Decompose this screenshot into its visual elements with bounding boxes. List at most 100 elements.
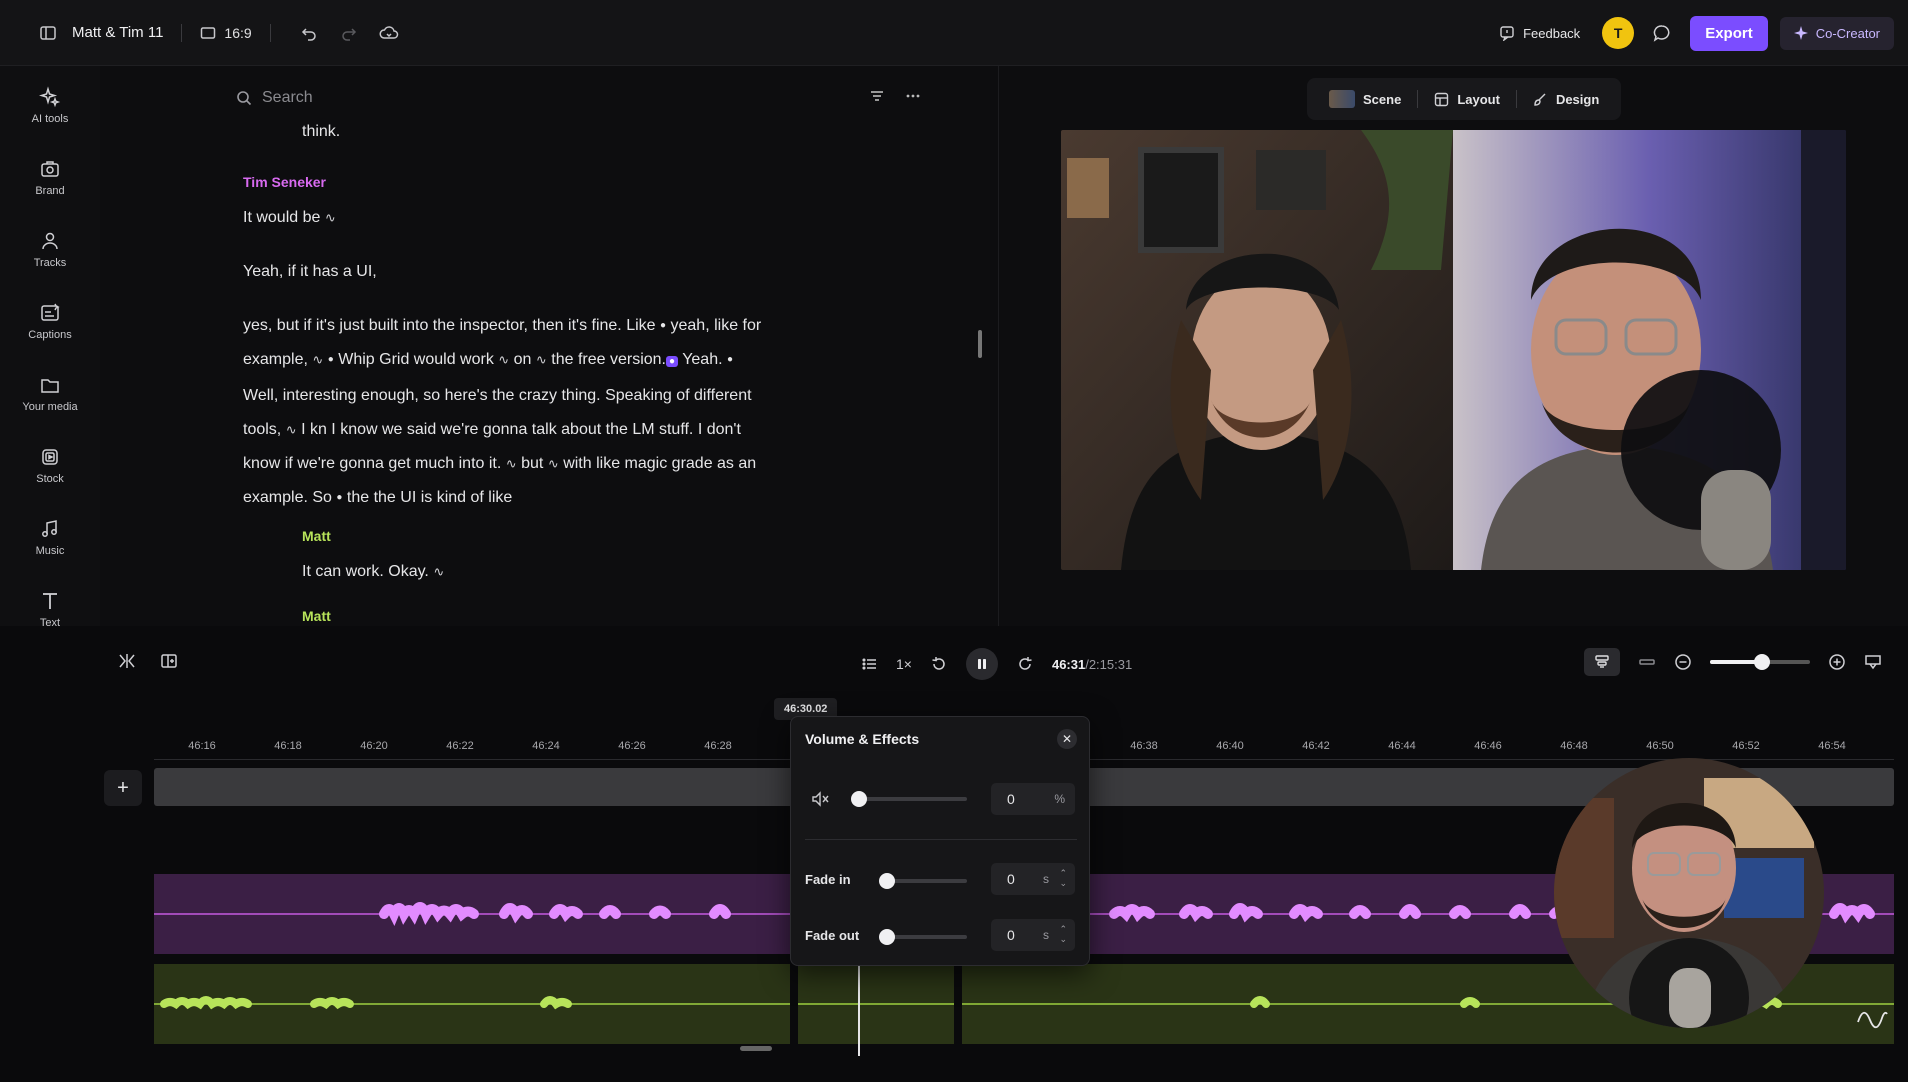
tab-scene[interactable]: Scene — [1317, 84, 1413, 114]
co-creator-label: Co-Creator — [1815, 25, 1880, 41]
tab-design[interactable]: Design — [1521, 84, 1611, 114]
feedback-button[interactable]: Feedback — [1489, 25, 1590, 41]
cloud-sync-icon[interactable] — [379, 23, 399, 43]
aspect-ratio-icon — [201, 26, 216, 39]
export-button[interactable]: Export — [1690, 15, 1768, 51]
filter-icon[interactable] — [869, 88, 885, 104]
pause-wave-icon: ∿ — [535, 352, 547, 368]
transcript-text: example. So — [243, 489, 332, 507]
ruler-tick-label: 46:52 — [1732, 740, 1760, 752]
sidebar-item-label: AI tools — [31, 113, 69, 125]
people-icon — [42, 232, 58, 250]
playhead-line[interactable] — [858, 966, 860, 1056]
volume-slider-knob[interactable] — [851, 791, 867, 807]
captions-track-toggle[interactable] — [1584, 648, 1620, 676]
add-track-button[interactable]: + — [104, 770, 142, 806]
avatar[interactable]: T — [1602, 17, 1635, 49]
skip-back-icon[interactable] — [930, 655, 948, 673]
ruler-tick-label: 46:28 — [704, 740, 732, 752]
ruler-tick-label: 46:22 — [446, 740, 474, 752]
transcript-text: tools, — [243, 421, 282, 439]
pause-dot-icon: ● — [327, 354, 334, 366]
sidebar-item-stock[interactable]: Stock — [0, 446, 100, 485]
zoom-in-icon[interactable] — [1828, 653, 1846, 671]
fade-out-input[interactable]: 0 s ⌃ ⌄ — [991, 919, 1075, 951]
transcript-line[interactable]: It can work. Okay. ∿ — [302, 555, 444, 589]
sidebar-item-music[interactable]: Music — [0, 518, 100, 557]
fade-in-stepper-icon[interactable]: ⌃ ⌄ — [1059, 868, 1067, 888]
tab-layout[interactable]: Layout — [1422, 84, 1512, 114]
transcript-line[interactable]: think. — [302, 115, 340, 149]
transcript-paragraph[interactable]: yes, but if it's just built into the ins… — [243, 309, 913, 516]
transcript-text: know if we're gonna get much into it. — [243, 455, 502, 473]
total-time: /2:15:31 — [1085, 656, 1133, 672]
collapse-track-icon[interactable] — [1638, 656, 1656, 668]
speaker-label-matt[interactable]: Matt — [302, 519, 331, 553]
fade-out-slider[interactable] — [879, 929, 967, 945]
zoom-slider[interactable] — [1710, 654, 1810, 670]
chapters-icon[interactable] — [862, 656, 878, 672]
transcript-text: Well, interesting enough, so here's the … — [243, 387, 752, 405]
transcript-panel: Search think. Tim Seneker It would be ∿ … — [100, 66, 998, 626]
highlighted-pause-marker[interactable]: ● — [666, 356, 679, 368]
transcript-text: It can work. Okay. — [302, 563, 429, 580]
transcript-text: It would be — [243, 209, 321, 226]
undo-icon[interactable] — [299, 23, 319, 43]
speaker-label-tim[interactable]: Tim Seneker — [243, 165, 326, 199]
comments-icon[interactable] — [1646, 17, 1678, 49]
sidebar-item-ai-tools[interactable]: AI tools — [0, 86, 100, 125]
pause-icon — [977, 659, 986, 669]
volume-slider[interactable] — [851, 791, 967, 807]
fade-in-input[interactable]: 0 s ⌃ ⌄ — [991, 863, 1075, 895]
tab-label: Layout — [1457, 91, 1500, 107]
transcript-line[interactable]: It would be ∿ — [243, 201, 336, 235]
sidebar-item-tracks[interactable]: Tracks — [0, 230, 100, 269]
zoom-slider-knob[interactable] — [1754, 654, 1770, 670]
fade-in-slider-knob[interactable] — [879, 873, 895, 889]
sidebar-item-brand[interactable]: Brand — [0, 158, 100, 197]
co-creator-button[interactable]: Co-Creator — [1779, 16, 1894, 50]
close-icon[interactable]: ✕ — [1057, 729, 1077, 749]
playback-speed-button[interactable]: 1× — [896, 656, 912, 672]
feedback-icon — [1500, 26, 1514, 41]
search-input[interactable]: Search — [262, 89, 313, 107]
webcam-bubble[interactable] — [1554, 758, 1824, 1028]
skip-forward-icon[interactable] — [1016, 655, 1034, 673]
divider — [269, 23, 271, 42]
sidebar-item-your-media[interactable]: Your media — [0, 374, 100, 413]
split-icon[interactable] — [118, 652, 136, 670]
sidebar-toggle-icon[interactable] — [38, 23, 58, 43]
waveform-toggle-icon[interactable] — [1856, 1008, 1888, 1037]
fade-in-slider[interactable] — [879, 873, 967, 889]
ruler-tick-label: 46:42 — [1302, 740, 1330, 752]
fade-in-value: 0 — [1007, 871, 1015, 887]
sidebar-item-captions[interactable]: Captions — [0, 302, 100, 341]
speaker-label-matt[interactable]: Matt — [302, 599, 331, 626]
mute-icon[interactable] — [811, 791, 829, 807]
video-frame — [1061, 130, 1846, 570]
transcript-scrollbar[interactable] — [978, 330, 982, 358]
fade-in-unit: s — [1043, 872, 1049, 886]
pause-button[interactable] — [965, 648, 998, 680]
timeline-scrollbar[interactable] — [740, 1046, 772, 1051]
music-icon — [42, 520, 57, 537]
video-preview[interactable] — [1061, 130, 1846, 570]
ruler-tick-label: 46:38 — [1130, 740, 1158, 752]
search-bar[interactable]: Search — [236, 84, 921, 112]
volume-input[interactable]: 0 % — [991, 783, 1075, 815]
redo-icon[interactable] — [339, 23, 359, 43]
project-title[interactable]: Matt & Tim 11 — [72, 24, 163, 41]
tab-label: Design — [1555, 91, 1600, 107]
fit-timeline-icon[interactable] — [1864, 653, 1882, 671]
sidebar-item-text[interactable]: Text — [0, 590, 100, 629]
aspect-ratio-button[interactable]: 16:9 — [200, 25, 252, 41]
layout-icon — [1435, 92, 1449, 106]
pause-wave-icon: ∿ — [324, 210, 336, 225]
preview-tabs: Scene Layout Design — [1307, 78, 1622, 120]
fade-out-slider-knob[interactable] — [879, 929, 895, 945]
add-scene-icon[interactable] — [160, 652, 178, 670]
transcript-line[interactable]: Yeah, if it has a UI, — [243, 255, 377, 289]
zoom-out-icon[interactable] — [1674, 653, 1692, 671]
more-icon[interactable] — [905, 88, 921, 104]
fade-out-stepper-icon[interactable]: ⌃ ⌄ — [1059, 924, 1067, 944]
